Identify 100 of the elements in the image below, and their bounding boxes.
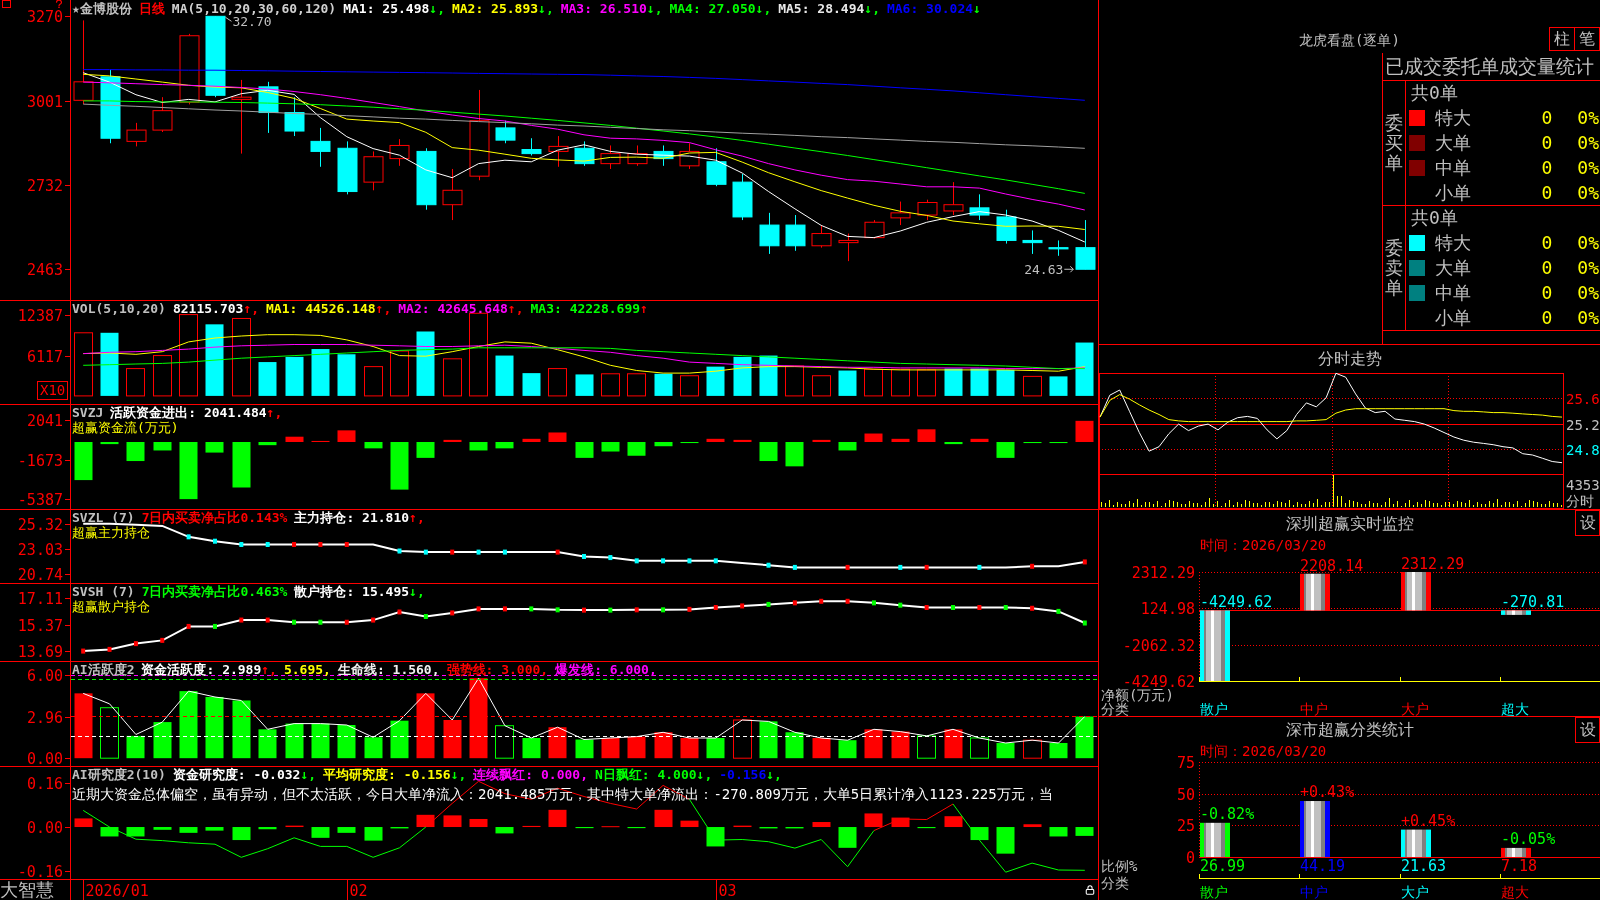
lock-icon[interactable] (1085, 885, 1095, 895)
trend-arrow: ↓, (696, 767, 713, 782)
point-marker (265, 541, 270, 547)
hollow-bar (917, 735, 936, 759)
indicator-bar (970, 827, 989, 841)
candlestick (574, 140, 595, 167)
indicator-bar (337, 725, 356, 759)
legend-item: 连续飘红: 0.000, (473, 767, 588, 782)
candlestick (495, 120, 516, 144)
value-label: -270.81 (1501, 593, 1565, 612)
point-marker (318, 619, 323, 625)
indicator-bar (232, 827, 251, 841)
legend-item: 5.695, (283, 662, 331, 677)
date-label: 2026/01 (85, 882, 149, 900)
view-toggle-button[interactable]: 笔 (1574, 27, 1600, 51)
legend-item: MA6: 30.024 (886, 1, 974, 16)
trend-arrow: ↓, (300, 767, 317, 782)
hollow-bar (1023, 739, 1042, 759)
indicator-bar (759, 442, 778, 462)
legend-item: MA3: 26.510 (560, 1, 647, 16)
point-marker (502, 549, 507, 555)
point-marker (265, 617, 270, 623)
indicator-bar (1049, 827, 1068, 837)
order-share: 0% (1577, 106, 1599, 129)
order-size-label: 中单 (1435, 156, 1471, 179)
indicator-bar (522, 737, 541, 759)
order-count: 0 (1541, 131, 1553, 154)
ratio-bar (1401, 829, 1431, 857)
hollow-bar (733, 719, 752, 759)
order-count: 0 (1541, 306, 1553, 329)
order-size-label: 特大 (1435, 231, 1471, 254)
indicator-bar (944, 729, 963, 759)
help-icon[interactable] (55, 0, 63, 8)
point-marker (792, 564, 797, 570)
candlestick (442, 168, 463, 221)
candlestick (600, 144, 621, 170)
candlestick (258, 81, 279, 134)
indicator-title: 超赢资金流(万元) (72, 420, 179, 435)
order-share: 0% (1577, 256, 1599, 279)
candlestick (521, 137, 542, 156)
square-icon[interactable] (2, 0, 11, 8)
indicator-bar (337, 430, 356, 442)
axis-label: -2062.32 (1122, 636, 1195, 655)
point-marker (1030, 605, 1035, 611)
axis-label: 2463 (26, 260, 63, 279)
point-marker (924, 605, 929, 610)
legend-item: 活跃资金进出: 2041.484 (110, 405, 267, 420)
settings-button[interactable]: 设 (1575, 510, 1600, 536)
trend-arrow: ↑, (375, 301, 392, 316)
legend-item: 平均研究度: -0.156 (323, 767, 451, 782)
indicator-bar (311, 349, 330, 396)
indicator-bar (627, 827, 646, 829)
legend-item: 7日内买卖净占比0.143% (141, 510, 288, 525)
point-marker (239, 617, 244, 623)
point-marker (687, 606, 692, 612)
indicator-bar (838, 442, 857, 451)
view-toggle-button[interactable]: 柱 (1549, 27, 1575, 51)
trend-arrow: ↑ (640, 301, 648, 316)
settings-button[interactable]: 设 (1575, 717, 1600, 743)
indicator-bar (575, 442, 594, 458)
indicator-bar (601, 826, 620, 828)
category-label: 散户 (1200, 884, 1228, 900)
point-marker (898, 564, 903, 570)
date-time-label: 时间：2026/03/20 (1200, 743, 1327, 759)
trend-arrow: ↑, (507, 301, 524, 316)
indicator-bar (575, 827, 594, 829)
indicator-bar (759, 721, 778, 759)
indicator-bar (522, 438, 541, 442)
indicator-bar (179, 442, 198, 500)
indicator-bar (311, 440, 330, 442)
value-label: 44.19 (1300, 857, 1346, 875)
point-marker (582, 607, 586, 613)
point-marker (186, 623, 191, 629)
legend-item: 生命线: 1.560, (337, 662, 440, 677)
date-label: 03 (718, 882, 737, 900)
order-size-label: 小单 (1435, 306, 1471, 329)
indicator-bar (495, 355, 514, 396)
candlestick (917, 199, 938, 221)
indicator-bar (232, 700, 251, 759)
point-marker (423, 614, 428, 619)
axis-title: 分类 (1101, 875, 1129, 891)
candlestick (679, 142, 700, 170)
indicator-bar (917, 827, 936, 829)
point-marker (292, 619, 297, 625)
indicator-bar (416, 693, 435, 759)
axis-label: 25.32 (17, 515, 63, 534)
indicator-bar (100, 827, 119, 837)
indicator-bar (733, 825, 752, 827)
point-marker (582, 554, 586, 559)
price-axis-label: 25.2 (1566, 416, 1600, 433)
indicator-bar (917, 429, 936, 442)
indicator-bar (548, 809, 567, 827)
hollow-bar (548, 368, 567, 397)
order-size-label: 大单 (1435, 131, 1471, 154)
indicator-bar (74, 442, 93, 481)
point-marker (397, 609, 402, 615)
indicator-bar (680, 442, 699, 444)
indicator-bar (495, 827, 514, 834)
trend-arrow: ↓, (429, 1, 445, 16)
candlestick (732, 173, 753, 221)
